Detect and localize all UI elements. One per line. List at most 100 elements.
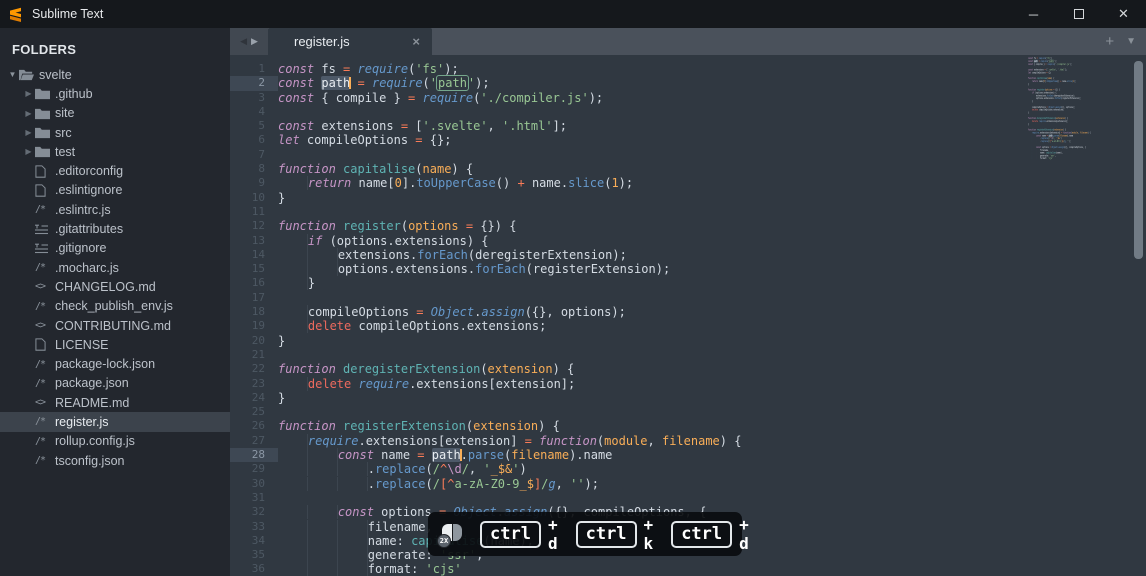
sidebar-item-register-js[interactable]: /*register.js [0,412,230,431]
code-line-27[interactable]: 27 require.extensions[extension] = funct… [230,434,1146,448]
minimize-button[interactable]: ─ [1011,0,1056,28]
code-line-8[interactable]: 8function capitalise(name) { [230,162,1146,176]
folder-collapsed-icon[interactable]: ▶ [22,128,35,137]
code-line-9[interactable]: 9 return name[0].toUpperCase() + name.sl… [230,176,1146,190]
sidebar-item-label: README.md [55,396,129,410]
code-line-12[interactable]: 12function register(options = {}) { [230,219,1146,233]
sidebar-item-label: rollup.config.js [55,434,135,448]
line-number: 25 [230,405,278,419]
code-line-15[interactable]: 15 options.extensions.forEach(registerEx… [230,262,1146,276]
line-number: 18 [230,305,278,319]
maximize-button[interactable] [1056,0,1101,28]
tab-overflow-icon[interactable]: ▼ [1126,36,1136,47]
sidebar-item-license[interactable]: LICENSE [0,335,230,354]
code-line-1[interactable]: 1const fs = require('fs'); [230,62,1146,76]
code-line-6[interactable]: 6let compileOptions = {}; [230,133,1146,147]
sidebar-item-label: .eslintrc.js [55,203,111,217]
folder-icon [35,126,55,139]
forward-arrow-icon[interactable]: ▶ [251,36,258,47]
close-button[interactable]: ✕ [1101,0,1146,28]
find-match-highlight: path [436,75,469,91]
js-file-icon: /* [35,301,55,312]
code-line-36[interactable]: 36 format: 'cjs' [230,562,1146,576]
sidebar-item-changelog-md[interactable]: <>CHANGELOG.md [0,277,230,296]
tab-close-icon[interactable]: × [412,34,420,49]
line-number: 13 [230,234,278,248]
code-line-36[interactable]: 36 format: 'cjs' [1028,157,1114,160]
code-line-17[interactable]: 17 [230,291,1146,305]
sidebar-item-label: .editorconfig [55,164,123,178]
folder-collapsed-icon[interactable]: ▶ [22,147,35,156]
sidebar-item-package-lock-json[interactable]: /*package-lock.json [0,354,230,373]
folder-collapsed-icon[interactable]: ▶ [22,109,35,118]
code-line-11[interactable]: 11 [230,205,1146,219]
sidebar-item-src[interactable]: ▶ src [0,123,230,142]
code-line-7[interactable]: 7 [230,148,1146,162]
sidebar-item--gitignore[interactable]: .gitignore [0,239,230,258]
sidebar-item-label: src [55,126,72,140]
tab-register-js[interactable]: register.js × [268,28,432,55]
sidebar-item-rollup-config-js[interactable]: /*rollup.config.js [0,432,230,451]
folder-collapsed-icon[interactable]: ▶ [22,89,35,98]
js-file-icon: /* [35,359,55,370]
minimap[interactable]: 1const fs = require('fs');2const path = … [1028,57,1116,163]
new-tab-icon[interactable]: + [1105,33,1114,50]
window-title: Sublime Text [32,7,103,21]
sidebar-item--eslintignore[interactable]: .eslintignore [0,181,230,200]
ctrl-keycap: ctrl [480,521,541,548]
js-file-icon: /* [35,262,55,273]
code-line-30[interactable]: 30 .replace(/[^a-zA-Z0-9_$]/g, ''); [230,477,1146,491]
js-file-icon: /* [35,436,55,447]
vertical-scrollbar[interactable] [1134,61,1143,259]
file-file-icon [35,184,55,197]
sidebar-item-readme-md[interactable]: <>README.md [0,393,230,412]
code-line-29[interactable]: 29 .replace(/^\d/, '_$&') [230,462,1146,476]
code-line-22[interactable]: 22function deregisterExtension(extension… [230,362,1146,376]
code-line-20[interactable]: 20} [230,334,1146,348]
sidebar-item--editorconfig[interactable]: .editorconfig [0,161,230,180]
code-editor[interactable]: 1const fs = require('fs');2const path = … [230,55,1146,576]
code-line-5[interactable]: 5const extensions = ['.svelte', '.html']… [230,119,1146,133]
code-line-13[interactable]: 13 if (options.extensions) { [230,234,1146,248]
code-line-3[interactable]: 3const { compile } = require('./compiler… [230,91,1146,105]
code-line-28[interactable]: 28 const name = path.parse(filename).nam… [230,448,1146,462]
code-line-18[interactable]: 18 compileOptions = Object.assign({}, op… [230,305,1146,319]
code-line-4[interactable]: 4 [230,105,1146,119]
sidebar-item-site[interactable]: ▶site [0,104,230,123]
code-line-25[interactable]: 25 [230,405,1146,419]
code-line-21[interactable]: 21 [230,348,1146,362]
code-line-23[interactable]: 23 delete require.extensions[extension]; [230,377,1146,391]
keystroke-group: ctrl+ d [671,515,749,553]
sidebar-item-check-publish-env-js[interactable]: /*check_publish_env.js [0,297,230,316]
code-line-16[interactable]: 16 } [230,276,1146,290]
code-line-31[interactable]: 31 [230,491,1146,505]
code-line-24[interactable]: 24} [230,391,1146,405]
line-number: 12 [230,219,278,233]
git-file-icon [35,224,55,235]
sidebar-item-test[interactable]: ▶test [0,142,230,161]
sidebar-item-label: .mocharc.js [55,261,119,275]
sidebar-item-package-json[interactable]: /*package.json [0,374,230,393]
sidebar-item-label: CONTRIBUTING.md [55,319,171,333]
code-line-26[interactable]: 26function registerExtension(extension) … [230,419,1146,433]
line-number: 2 [230,76,278,90]
sidebar-item--mocharc-js[interactable]: /*.mocharc.js [0,258,230,277]
js-file-icon: /* [35,416,55,427]
back-arrow-icon[interactable]: ◀ [240,36,247,47]
open-folder-icon [19,68,39,81]
code-line-14[interactable]: 14 extensions.forEach(deregisterExtensio… [230,248,1146,262]
sidebar-item-label: CHANGELOG.md [55,280,156,294]
folder-expanded-icon[interactable]: ▼ [6,70,19,79]
sidebar-item--github[interactable]: ▶.github [0,84,230,103]
sidebar-item--eslintrc-js[interactable]: /*.eslintrc.js [0,200,230,219]
code-line-10[interactable]: 10} [230,191,1146,205]
sidebar-item-contributing-md[interactable]: <>CONTRIBUTING.md [0,316,230,335]
selected-text: path [321,76,350,90]
code-line-19[interactable]: 19 delete compileOptions.extensions; [230,319,1146,333]
git-file-icon [35,243,55,254]
code-line-2[interactable]: 2const path = require('path'); [230,76,1146,90]
sidebar-item--gitattributes[interactable]: .gitattributes [0,219,230,238]
sidebar-item-svelte[interactable]: ▼svelte [0,65,230,84]
sidebar-item-tsconfig-json[interactable]: /*tsconfig.json [0,451,230,470]
titlebar: Sublime Text ─ ✕ [0,0,1146,28]
